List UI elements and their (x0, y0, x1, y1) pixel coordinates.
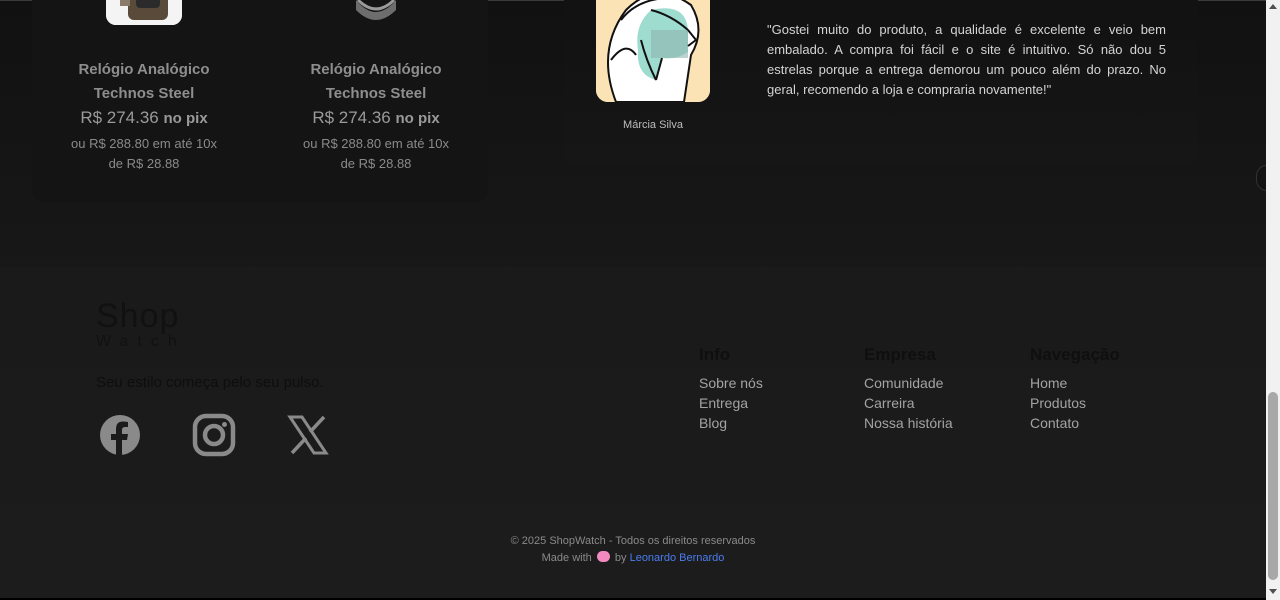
footer-column-empresa: Empresa Comunidade Carreira Nossa histór… (864, 345, 953, 433)
made-with-line: Made with by Leonardo Bernardo (0, 551, 1266, 564)
page: Relógio Analógico Technos Steel R$ 274.3… (0, 0, 1266, 600)
footer-link-produtos[interactable]: Produtos (1030, 393, 1120, 413)
testimonial-card: Márcia Silva "Gostei muito do produto, a… (564, 0, 1198, 166)
price-suffix: no pix (395, 110, 440, 127)
logo-watch-text[interactable]: Watch (96, 333, 186, 351)
product-name[interactable]: Relógio Analógico Technos Steel (64, 58, 224, 106)
instagram-icon[interactable] (192, 413, 236, 457)
scrollbar[interactable] (1266, 0, 1280, 600)
footer-link-carreira[interactable]: Carreira (864, 393, 953, 413)
copyright-text: © 2025 ShopWatch - Todos os direitos res… (510, 535, 756, 547)
product-image[interactable] (106, 0, 182, 25)
product-installments: ou R$ 288.80 em até 10x de R$ 28.88 (71, 136, 217, 171)
footer-column-title: Info (699, 345, 731, 364)
footer-link-nossa-historia[interactable]: Nossa história (864, 413, 953, 433)
footer-link-comunidade[interactable]: Comunidade (864, 373, 953, 393)
made-with-text: Made with (541, 552, 592, 564)
product-installments: ou R$ 288.80 em até 10x de R$ 28.88 (303, 136, 449, 171)
footer-tagline: Seu estilo começa pelo seu pulso. (96, 374, 324, 391)
footer-column-title: Navegação (1030, 345, 1120, 364)
footer-link-blog[interactable]: Blog (699, 413, 763, 433)
price-value: R$ 274.36 (80, 108, 159, 127)
product-name[interactable]: Relógio Analógico Technos Steel (296, 58, 456, 106)
price-value: R$ 274.36 (312, 108, 391, 127)
footer-column-navegacao: Navegação Home Produtos Contato (1030, 345, 1120, 433)
author-link[interactable]: Leonardo Bernardo (630, 552, 725, 564)
facebook-icon[interactable] (98, 413, 142, 457)
brain-icon (596, 551, 610, 562)
testimonial-author: Márcia Silva (623, 119, 683, 131)
footer-link-entrega[interactable]: Entrega (699, 393, 763, 413)
logo-shop-text[interactable]: Shop (96, 297, 179, 336)
price-suffix: no pix (163, 110, 208, 127)
scroll-up-arrow-icon[interactable] (1269, 4, 1277, 9)
footer-column-info: Info Sobre nós Entrega Blog (699, 345, 763, 433)
footer-column-title: Empresa (864, 345, 936, 364)
footer-link-sobre-nos[interactable]: Sobre nós (699, 373, 763, 393)
x-icon[interactable] (286, 413, 330, 457)
footer-link-home[interactable]: Home (1030, 373, 1120, 393)
avatar (596, 0, 710, 102)
product-price: R$ 274.36 no pix (64, 108, 224, 128)
product-price: R$ 274.36 no pix (296, 108, 456, 128)
testimonial-quote: "Gostei muito do produto, a qualidade é … (767, 22, 1166, 97)
footer-link-contato[interactable]: Contato (1030, 413, 1120, 433)
products-card: Relógio Analógico Technos Steel R$ 274.3… (32, 0, 488, 203)
carousel-next-button[interactable] (1256, 165, 1266, 191)
scroll-down-arrow-icon[interactable] (1269, 589, 1277, 594)
product-image[interactable] (338, 0, 414, 25)
scrollbar-thumb[interactable] (1268, 392, 1278, 580)
by-text: by (614, 552, 627, 564)
footer: Shop Watch Seu estilo começa pelo seu pu… (0, 267, 1266, 600)
